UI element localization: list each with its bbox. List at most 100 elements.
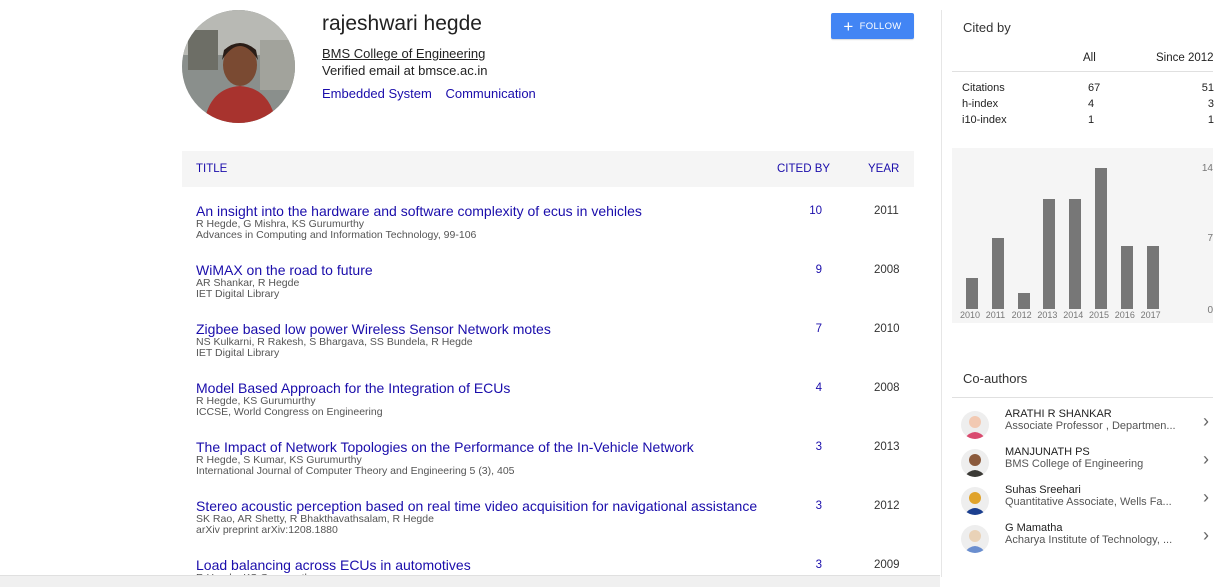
coauthor-description: Associate Professor , Departmen... bbox=[1005, 420, 1176, 432]
publication-row: Zigbee based low power Wireless Sensor N… bbox=[196, 321, 906, 380]
coauthor-avatar bbox=[961, 487, 989, 515]
follow-button-label: FOLLOW bbox=[859, 20, 902, 32]
metric-label: Citations bbox=[962, 82, 1005, 94]
citations-bar[interactable] bbox=[1069, 199, 1082, 309]
year-tick-label: 2012 bbox=[1011, 310, 1032, 320]
interest-link[interactable]: Communication bbox=[445, 86, 535, 101]
publication-authors: NS Kulkarni, R Rakesh, S Bhargava, SS Bu… bbox=[196, 336, 473, 348]
coauthor-name: ARATHI R SHANKAR bbox=[1005, 408, 1112, 420]
citations-bar[interactable] bbox=[1043, 199, 1056, 309]
publication-year: 2012 bbox=[874, 500, 900, 512]
cited-by-count-link[interactable]: 3 bbox=[792, 559, 822, 571]
cited-by-divider bbox=[952, 71, 1213, 72]
profile-affiliation-link[interactable]: BMS College of Engineering bbox=[322, 46, 485, 61]
coauthor-name: Suhas Sreehari bbox=[1005, 484, 1081, 496]
metric-label: i10-index bbox=[962, 114, 1007, 126]
cited-by-count-link[interactable]: 4 bbox=[792, 382, 822, 394]
metric-row: i10-index 1 1 bbox=[962, 114, 1214, 130]
metric-since-value: 1 bbox=[1207, 114, 1214, 126]
cited-by-title: Cited by bbox=[963, 20, 1011, 35]
y-axis-tick-label: 14 bbox=[1201, 163, 1213, 174]
publication-venue: ICCSE, World Congress on Engineering bbox=[196, 406, 383, 418]
profile-name: rajeshwari hegde bbox=[322, 12, 482, 35]
chevron-right-icon: › bbox=[1203, 411, 1209, 431]
year-tick-label: 2011 bbox=[985, 310, 1006, 320]
citations-bar[interactable] bbox=[1146, 246, 1159, 309]
publication-venue: Advances in Computing and Information Te… bbox=[196, 229, 477, 241]
publication-row: WiMAX on the road to future AR Shankar, R… bbox=[196, 262, 906, 321]
y-axis-tick-label: 7 bbox=[1207, 233, 1213, 244]
metric-all-value: 1 bbox=[1088, 114, 1095, 126]
y-axis-tick-label: 0 bbox=[1207, 305, 1213, 316]
cited-by-count-link[interactable]: 9 bbox=[792, 264, 822, 276]
coauthor-item[interactable]: ARATHI R SHANKAR Associate Professor , De… bbox=[958, 405, 1218, 445]
research-interests: Embedded System Communication bbox=[322, 86, 546, 101]
year-tick-label: 2014 bbox=[1063, 310, 1084, 320]
publication-year: 2011 bbox=[874, 205, 899, 217]
cited-by-count-link[interactable]: 7 bbox=[792, 323, 822, 335]
citations-bar[interactable] bbox=[1095, 168, 1107, 309]
metric-all-value: 4 bbox=[1088, 98, 1095, 110]
column-divider bbox=[941, 10, 942, 577]
publication-venue: International Journal of Computer Theory… bbox=[196, 465, 515, 477]
profile-photo bbox=[182, 10, 295, 123]
coauthor-avatar bbox=[961, 449, 989, 477]
metric-since-value: 51 bbox=[1201, 82, 1214, 94]
publication-authors: AR Shankar, R Hegde bbox=[196, 277, 300, 289]
publications-list: An insight into the hardware and softwar… bbox=[196, 203, 906, 587]
metric-label: h-index bbox=[962, 98, 999, 110]
coauthor-avatar bbox=[961, 411, 989, 439]
year-tick-label: 2016 bbox=[1114, 310, 1135, 320]
cited-by-count-link[interactable]: 3 bbox=[792, 441, 822, 453]
chevron-right-icon: › bbox=[1203, 525, 1209, 545]
publication-year: 2008 bbox=[874, 264, 900, 276]
publication-year: 2009 bbox=[874, 559, 900, 571]
publication-year: 2013 bbox=[874, 441, 900, 453]
cited-by-col-since: Since 2012 bbox=[1156, 52, 1214, 64]
cited-by-col-all: All bbox=[1083, 52, 1096, 64]
coauthor-avatar bbox=[961, 525, 989, 553]
title-sort-header[interactable]: TITLE bbox=[196, 163, 227, 175]
year-tick-label: 2010 bbox=[960, 310, 981, 320]
cited-by-sort-header[interactable]: CITED BY bbox=[777, 163, 830, 175]
coauthor-description: Acharya Institute of Technology, ... bbox=[1005, 534, 1173, 546]
coauthor-name: MANJUNATH PS bbox=[1005, 446, 1090, 458]
citations-bar[interactable] bbox=[1017, 293, 1030, 309]
publication-row: Model Based Approach for the Integration… bbox=[196, 380, 906, 439]
coauthor-description: Quantitative Associate, Wells Fa... bbox=[1005, 496, 1172, 508]
publication-venue: IET Digital Library bbox=[196, 347, 280, 359]
coauthor-item[interactable]: G Mamatha Acharya Institute of Technology… bbox=[958, 519, 1218, 559]
year-tick-label: 2015 bbox=[1089, 310, 1110, 320]
publication-year: 2010 bbox=[874, 323, 900, 335]
citations-bar[interactable] bbox=[1120, 246, 1133, 309]
chevron-right-icon: › bbox=[1203, 449, 1209, 469]
year-sort-header[interactable]: YEAR bbox=[868, 163, 899, 175]
year-tick-label: 2013 bbox=[1037, 310, 1058, 320]
coauthors-title: Co-authors bbox=[963, 371, 1028, 386]
chevron-right-icon: › bbox=[1203, 487, 1209, 507]
profile-photo-image bbox=[182, 10, 295, 123]
publication-row: Stereo acoustic perception based on real… bbox=[196, 498, 906, 557]
cited-by-count-link[interactable]: 10 bbox=[792, 205, 822, 217]
cited-by-count-link[interactable]: 3 bbox=[792, 500, 822, 512]
publication-venue: IET Digital Library bbox=[196, 288, 280, 300]
coauthor-name: G Mamatha bbox=[1005, 522, 1063, 534]
publication-venue: arXiv preprint arXiv:1208.1880 bbox=[196, 524, 338, 536]
citations-bar[interactable] bbox=[966, 278, 978, 309]
coauthors-divider bbox=[952, 397, 1213, 398]
coauthor-item[interactable]: MANJUNATH PS BMS College of Engineering › bbox=[958, 443, 1218, 483]
metric-since-value: 3 bbox=[1207, 98, 1214, 110]
plus-icon: + bbox=[843, 16, 854, 36]
interest-link[interactable]: Embedded System bbox=[322, 86, 432, 101]
coauthor-item[interactable]: Suhas Sreehari Quantitative Associate, We… bbox=[958, 481, 1218, 521]
citations-bar[interactable] bbox=[991, 238, 1004, 309]
profile-email-verification: Verified email at bmsce.ac.in bbox=[322, 63, 488, 78]
publications-table-header: TITLE CITED BY YEAR bbox=[182, 151, 914, 187]
publication-year: 2008 bbox=[874, 382, 900, 394]
follow-button[interactable]: + FOLLOW bbox=[831, 13, 914, 39]
publication-row: An insight into the hardware and softwar… bbox=[196, 203, 906, 262]
horizontal-scrollbar[interactable] bbox=[0, 575, 940, 587]
metric-all-value: 67 bbox=[1088, 82, 1101, 94]
publication-row: The Impact of Network Topologies on the … bbox=[196, 439, 906, 498]
year-tick-label: 2017 bbox=[1140, 310, 1161, 320]
